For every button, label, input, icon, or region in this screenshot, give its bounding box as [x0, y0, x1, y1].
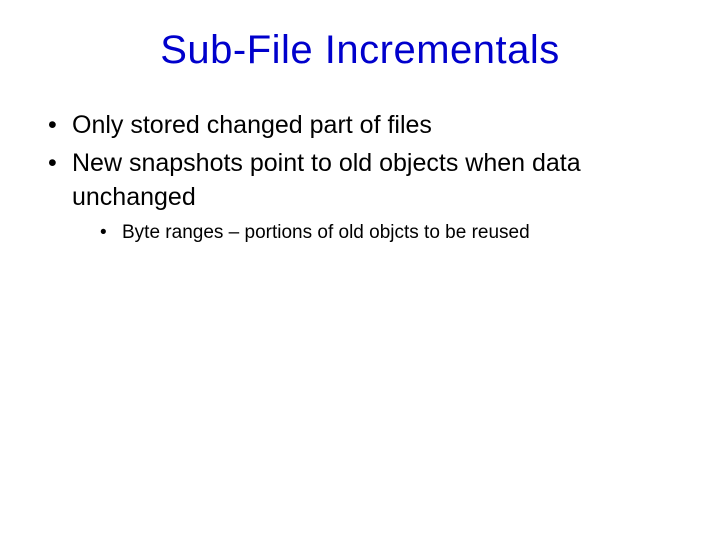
slide-title: Sub-File Incrementals: [32, 28, 688, 73]
slide: Sub-File Incrementals Only stored change…: [0, 0, 720, 540]
list-item: New snapshots point to old objects when …: [48, 147, 688, 247]
sub-list-item: Byte ranges – portions of old objcts to …: [100, 220, 688, 247]
sub-bullet-list: Byte ranges – portions of old objcts to …: [72, 220, 688, 247]
bullet-list: Only stored changed part of files New sn…: [32, 109, 688, 247]
list-item-text: New snapshots point to old objects when …: [72, 149, 581, 211]
list-item: Only stored changed part of files: [48, 109, 688, 143]
